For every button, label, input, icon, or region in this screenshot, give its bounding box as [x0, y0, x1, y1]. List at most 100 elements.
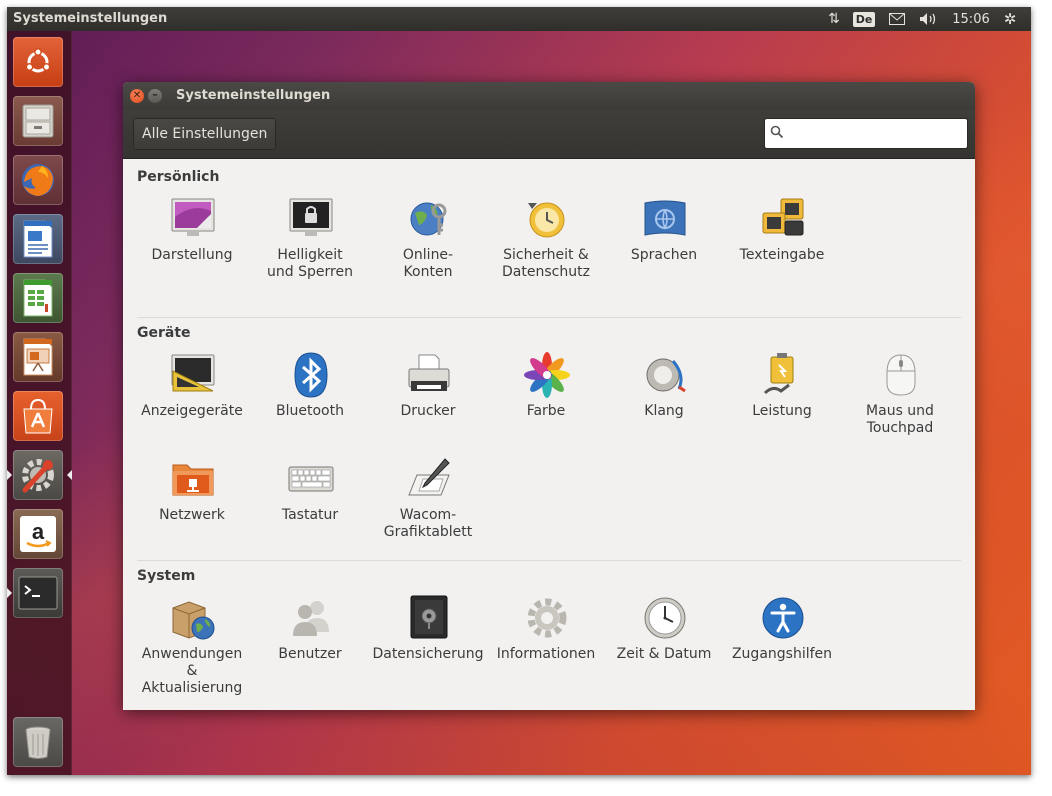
libreoffice-impress-icon[interactable]: [13, 332, 63, 382]
network-indicator-icon[interactable]: ⇅: [821, 7, 847, 31]
settings-item-online-accounts[interactable]: Online- Konten: [369, 195, 487, 295]
settings-item-label: Online- Konten: [402, 247, 454, 280]
software-center-icon[interactable]: [13, 391, 63, 441]
window-title: Systemeinstellungen: [176, 88, 331, 103]
settings-item-text-entry[interactable]: Texteingabe: [723, 195, 841, 295]
settings-item-label: Anzeigegeräte: [141, 403, 243, 419]
keyboard-icon: [288, 466, 334, 492]
mouse-icon: [886, 354, 916, 396]
desktop: Systemeinstellungen ⇅ De 15:06 ✲ a ✕ – S…: [7, 7, 1031, 775]
settings-item-label: Zugangshilfen: [731, 646, 833, 662]
settings-item-label: Netzwerk: [159, 507, 225, 523]
window-toolbar: Alle Einstellungen: [123, 110, 975, 159]
screen-lock-icon: [289, 198, 333, 236]
clock-icon: [644, 597, 686, 639]
settings-item-label: Helligkeit und Sperren: [267, 247, 353, 280]
text-entry-keys-icon: [762, 198, 804, 236]
all-settings-button[interactable]: Alle Einstellungen: [133, 118, 277, 150]
settings-item-label: Tastatur: [281, 507, 339, 523]
settings-window: ✕ – Systemeinstellungen Alle Einstellung…: [123, 82, 975, 710]
firefox-logo-icon: [22, 164, 54, 196]
amazon-logo-icon: a: [20, 516, 56, 552]
launcher: a: [7, 31, 72, 775]
settings-item-software-updates[interactable]: Anwendungen & Aktualisierung: [133, 594, 251, 696]
settings-item-wacom[interactable]: Wacom- Grafiktablett: [369, 455, 487, 555]
amazon-icon[interactable]: a: [13, 509, 63, 559]
envelope-icon: [889, 13, 905, 25]
settings-item-details[interactable]: Informationen: [487, 594, 605, 694]
file-cabinet-icon: [22, 104, 54, 138]
accessibility-icon: [762, 597, 804, 639]
settings-item-displays[interactable]: Anzeigegeräte: [133, 351, 251, 451]
libreoffice-writer-icon[interactable]: [13, 214, 63, 264]
clock-history-icon: [528, 202, 565, 238]
settings-item-security-privacy[interactable]: Sicherheit & Datenschutz: [487, 195, 605, 295]
settings-item-bluetooth[interactable]: Bluetooth: [251, 351, 369, 451]
settings-item-label: Klang: [644, 403, 684, 419]
settings-item-label: Zeit & Datum: [616, 646, 712, 662]
files-icon[interactable]: [13, 96, 63, 146]
libreoffice-calc-icon[interactable]: [13, 273, 63, 323]
system-settings-icon[interactable]: [7, 450, 72, 500]
settings-item-users[interactable]: Benutzer: [251, 594, 369, 694]
top-panel: Systemeinstellungen ⇅ De 15:06 ✲: [7, 7, 1031, 31]
firefox-icon[interactable]: [13, 155, 63, 205]
settings-item-power[interactable]: Leistung: [723, 351, 841, 451]
settings-item-label: Benutzer: [278, 646, 342, 662]
settings-item-label: Wacom- Grafiktablett: [383, 507, 473, 540]
settings-item-printers[interactable]: Drucker: [369, 351, 487, 451]
settings-item-language[interactable]: Sprachen: [605, 195, 723, 295]
search-input[interactable]: [789, 123, 963, 145]
section-title-hardware: Geräte: [137, 325, 191, 341]
volume-indicator-icon[interactable]: [913, 7, 945, 31]
settings-item-brightness-lock[interactable]: Helligkeit und Sperren: [251, 195, 369, 295]
keyboard-layout-label: De: [852, 11, 876, 27]
section-divider: [137, 317, 961, 318]
settings-item-appearance[interactable]: Darstellung: [133, 195, 251, 295]
settings-item-backups[interactable]: Datensicherung: [369, 594, 487, 694]
appearance-icon: [171, 198, 215, 236]
settings-item-label: Maus und Touchpad: [866, 403, 934, 436]
writer-document-icon: [23, 220, 53, 258]
settings-item-accessibility[interactable]: Zugangshilfen: [723, 594, 841, 694]
ubuntu-dash-icon[interactable]: [13, 37, 63, 87]
speaker-sound-icon: [646, 358, 686, 393]
keyboard-layout-indicator[interactable]: De: [847, 7, 881, 31]
settings-item-mouse-touchpad[interactable]: Maus und Touchpad: [841, 351, 959, 451]
shopping-bag-icon: [23, 398, 53, 434]
running-indicator: [7, 588, 12, 598]
package-globe-icon: [172, 601, 215, 640]
settings-item-time-date[interactable]: Zeit & Datum: [605, 594, 723, 694]
settings-item-color[interactable]: Farbe: [487, 351, 605, 451]
settings-item-label: Sicherheit & Datenschutz: [502, 247, 590, 280]
ubuntu-logo-icon: [25, 48, 51, 73]
settings-item-label: Drucker: [400, 403, 456, 419]
window-minimize-button[interactable]: –: [148, 89, 162, 103]
section-title-system: System: [137, 568, 196, 584]
session-gear-icon[interactable]: ✲: [997, 7, 1023, 31]
search-box[interactable]: [764, 118, 968, 149]
settings-item-label: Sprachen: [630, 247, 698, 263]
clock[interactable]: 15:06: [945, 7, 997, 31]
battery-plug-icon: [763, 353, 794, 395]
window-titlebar[interactable]: ✕ – Systemeinstellungen: [123, 82, 975, 110]
gear-wrench-icon: [22, 459, 54, 493]
running-indicator: [7, 470, 12, 480]
users-icon: [293, 601, 329, 636]
trash-icon[interactable]: [13, 717, 63, 767]
terminal-prompt-icon: [18, 576, 58, 610]
settings-item-sound[interactable]: Klang: [605, 351, 723, 451]
settings-item-keyboard[interactable]: Tastatur: [251, 455, 369, 555]
terminal-icon[interactable]: [7, 568, 63, 618]
globe-key-icon: [410, 202, 447, 236]
gear-icon: [527, 598, 567, 638]
window-close-button[interactable]: ✕: [130, 89, 144, 103]
printer-icon: [408, 354, 450, 391]
settings-item-network[interactable]: Netzwerk: [133, 455, 251, 555]
messaging-indicator-icon[interactable]: [881, 7, 913, 31]
settings-item-label: Darstellung: [151, 247, 233, 263]
graphics-tablet-icon: [408, 458, 450, 496]
settings-item-label: Bluetooth: [276, 403, 344, 419]
safe-icon: [410, 595, 448, 639]
settings-item-label: Anwendungen & Aktualisierung: [141, 646, 243, 696]
